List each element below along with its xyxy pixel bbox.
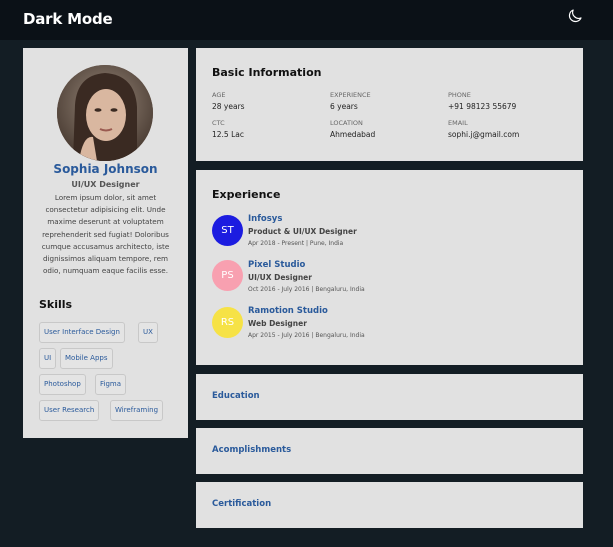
company-name[interactable]: Pixel Studio [248, 260, 305, 270]
moon-icon[interactable] [566, 7, 584, 25]
info-label-email: EMAIL [448, 119, 468, 127]
skill-chip[interactable]: Mobile Apps [60, 348, 113, 369]
section-certification[interactable]: Certification [196, 482, 583, 528]
section-label[interactable]: Certification [212, 499, 271, 509]
company-name[interactable]: Ramotion Studio [248, 306, 328, 316]
job-title: Product & UI/UX Designer [248, 227, 357, 236]
info-label-location: LOCATION [330, 119, 363, 127]
job-title: UI/UX Designer [248, 273, 312, 282]
skill-chip[interactable]: Photoshop [39, 374, 86, 395]
job-title: Web Designer [248, 319, 307, 328]
skill-chip[interactable]: UI [39, 348, 57, 369]
avatar [57, 65, 153, 161]
profile-name: Sophia Johnson [53, 162, 158, 176]
app-title: Dark Mode [23, 10, 113, 28]
info-value-age: 28 years [212, 102, 245, 111]
info-label-phone: PHONE [448, 91, 471, 99]
info-value-ctc: 12.5 Lac [212, 130, 244, 139]
skill-chip[interactable]: UX [138, 322, 158, 343]
skills-title: Skills [39, 298, 73, 311]
company-badge: PS [212, 260, 243, 291]
section-acomplishments[interactable]: Acomplishments [196, 428, 583, 474]
job-dates: Oct 2016 - July 2016 | Bengaluru, India [248, 286, 365, 293]
company-badge: RS [212, 307, 243, 338]
info-value-location: Ahmedabad [330, 130, 376, 139]
section-label[interactable]: Acomplishments [212, 445, 291, 455]
info-label-experience: EXPERIENCE [330, 91, 371, 99]
profile-bio: Lorem ipsum dolor, sit amet consectetur … [41, 193, 170, 276]
basic-info-title: Basic Information [212, 66, 322, 79]
section-label[interactable]: Education [212, 391, 260, 401]
skill-chip[interactable]: User Research [39, 400, 100, 421]
info-value-phone: +91 98123 55679 [448, 102, 517, 111]
info-value-email: sophi.j@gmail.com [448, 130, 520, 139]
skill-chip[interactable]: Figma [95, 374, 127, 395]
basic-info-card: Basic Information AGE 28 years EXPERIENC… [196, 48, 583, 161]
info-label-ctc: CTC [212, 119, 225, 127]
profile-role: UI/UX Designer [71, 180, 140, 189]
job-dates: Apr 2015 - July 2016 | Bengaluru, India [248, 332, 365, 339]
job-dates: Apr 2018 - Present | Pune, India [248, 240, 344, 247]
company-name[interactable]: Infosys [248, 214, 282, 224]
info-label-age: AGE [212, 91, 226, 99]
info-value-experience: 6 years [330, 102, 358, 111]
company-badge: ST [212, 215, 243, 246]
section-education[interactable]: Education [196, 374, 583, 420]
experience-card: Experience ST Infosys Product & UI/UX De… [196, 170, 583, 365]
skill-chip[interactable]: Wireframing [110, 400, 164, 421]
skill-chip[interactable]: User Interface Design [39, 322, 125, 343]
profile-card: Sophia Johnson UI/UX Designer Lorem ipsu… [23, 48, 188, 438]
experience-title: Experience [212, 188, 281, 201]
top-bar: Dark Mode [0, 0, 613, 40]
